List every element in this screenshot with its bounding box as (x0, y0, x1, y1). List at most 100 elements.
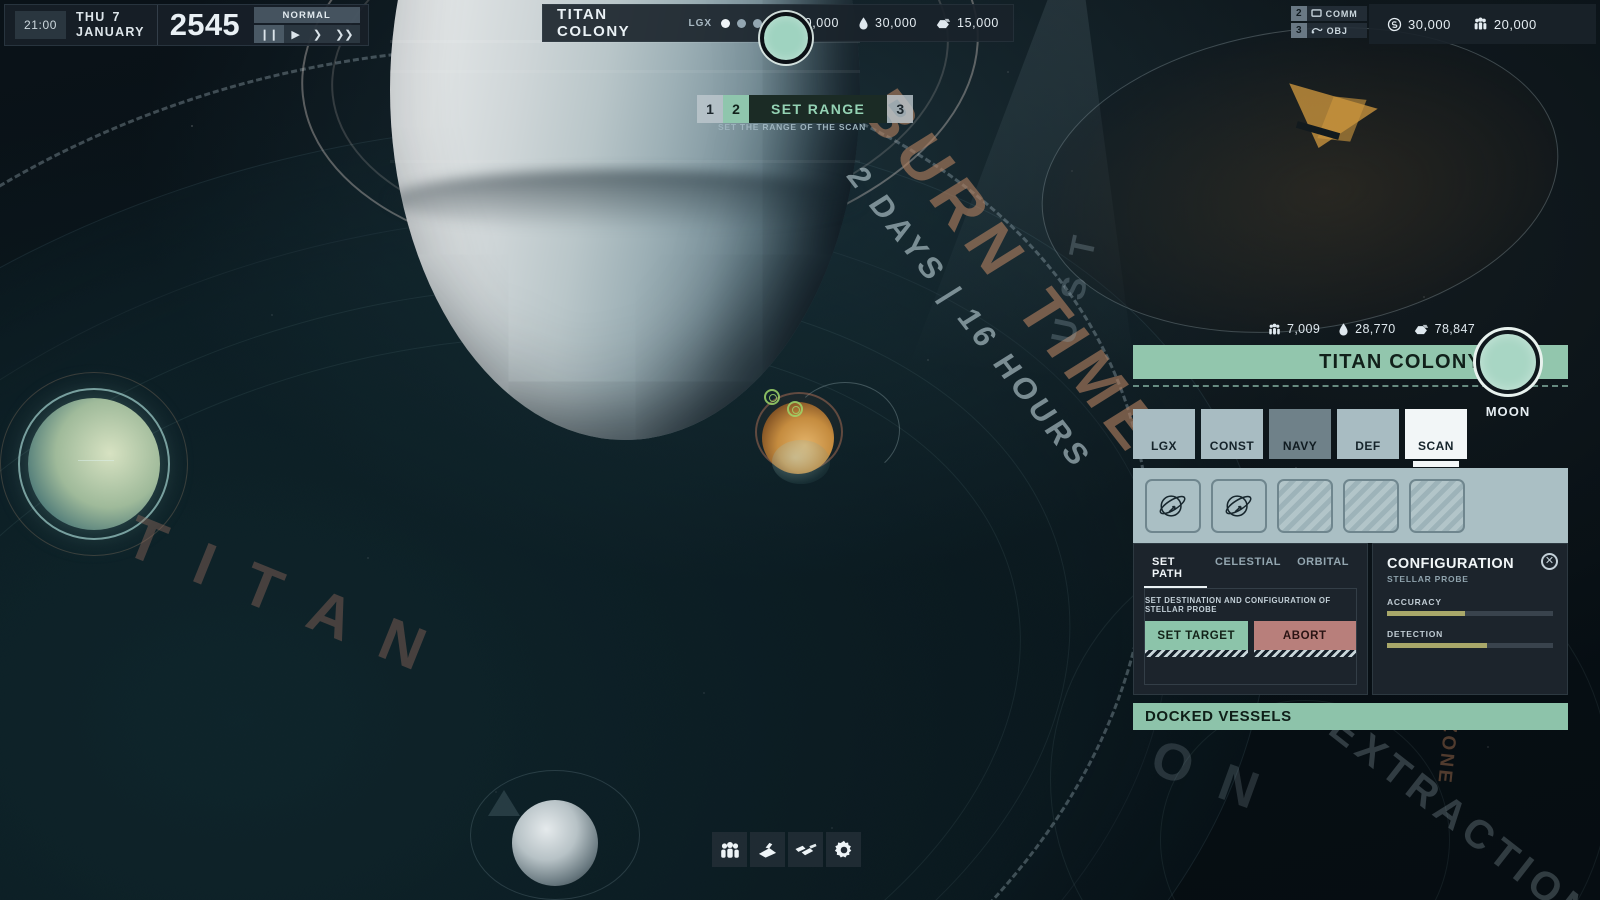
panel-ore: 78,847 (1414, 322, 1475, 336)
left-moon (28, 398, 160, 530)
pause-button[interactable]: ❙❙ (254, 25, 284, 43)
fleet-button[interactable] (788, 832, 823, 867)
panel-water: 28,770 (1338, 322, 1395, 336)
configuration-title: CONFIGURATION (1387, 556, 1553, 572)
panel-population-value: 7,009 (1287, 322, 1320, 336)
objectives-badge-count: 3 (1291, 23, 1307, 38)
set-target-button[interactable]: SET TARGET (1145, 621, 1248, 650)
ore-icon (1414, 323, 1429, 336)
tab-navy[interactable]: NAVY (1269, 409, 1331, 459)
comm-icon (1307, 9, 1326, 18)
comm-badge-label: COMM (1326, 9, 1367, 19)
ships-icon (795, 841, 817, 859)
bottom-orbit-marker (488, 790, 520, 816)
mining-icon (757, 841, 778, 859)
wizard-subtitle: SET THE RANGE OF THE SCAN (697, 122, 887, 132)
industry-button[interactable] (750, 832, 785, 867)
probe-slot-5[interactable] (1409, 479, 1465, 533)
wizard-step-3[interactable]: 3 (887, 95, 913, 123)
colony-body-type-label: MOON (1461, 404, 1555, 419)
water-icon (1338, 323, 1349, 336)
action-description: SET DESTINATION AND CONFIGURATION OF STE… (1134, 588, 1367, 621)
probe-icon (1157, 491, 1189, 521)
colony-body-orb[interactable] (760, 12, 812, 64)
probe-slot-4[interactable] (1343, 479, 1399, 533)
probe-icon (1223, 491, 1255, 521)
bottom-toolbar (712, 832, 861, 867)
tab-set-path[interactable]: SET PATH (1144, 552, 1207, 588)
wizard-step-1[interactable]: 1 (697, 95, 723, 123)
notification-badges: 2 COMM 3 OBJ (1291, 6, 1367, 38)
tab-const[interactable]: CONST (1201, 409, 1263, 459)
population-button[interactable] (712, 832, 747, 867)
close-icon[interactable]: ✕ (1541, 553, 1558, 570)
credits-icon (1387, 17, 1402, 32)
settings-button[interactable] (826, 832, 861, 867)
target-planet-moonlet (772, 440, 830, 484)
configuration-subtitle: STELLAR PROBE (1387, 574, 1553, 584)
colony-ore-value: 15,000 (957, 16, 999, 30)
department-tabs: LGX CONST NAVY DEF SCAN (1133, 409, 1467, 459)
left-moon-crosshair (78, 460, 114, 461)
tier-dot-2 (737, 19, 746, 28)
set-range-button[interactable]: SET RANGE (749, 95, 887, 123)
ore-icon (936, 17, 951, 30)
colony-panel-resources: 7,009 28,770 78,847 (1268, 322, 1475, 336)
accuracy-slider-fill (1387, 611, 1465, 616)
colony-water: 30,000 (858, 16, 917, 30)
people-icon (720, 841, 740, 859)
tab-orbital[interactable]: ORBITAL (1289, 552, 1357, 588)
tab-celestial[interactable]: CELESTIAL (1207, 552, 1289, 588)
wizard-step-2[interactable]: 2 (723, 95, 749, 123)
day-number: 7 (112, 10, 120, 25)
gear-icon (834, 840, 854, 860)
tier-dot-1 (721, 19, 730, 28)
population-icon (1268, 323, 1281, 336)
month-label: JANUARY (76, 25, 145, 40)
colony-resource-list: 20,000 30,000 15,000 (778, 16, 999, 30)
fastest-forward-button[interactable]: ❯❯ (329, 25, 359, 43)
speed-controls: NORMAL ❙❙ ▶ ❯ ❯❯ (252, 5, 362, 45)
gas-giant-shadow (390, 170, 860, 230)
bottom-moon (512, 800, 598, 886)
colony-body-badge[interactable] (1476, 330, 1540, 394)
global-resource-bar: 30,000 20,000 (1369, 4, 1596, 44)
detection-slider-fill (1387, 643, 1487, 648)
probe-slot-2[interactable] (1211, 479, 1267, 533)
objectives-badge[interactable]: 3 OBJ (1291, 23, 1367, 38)
tab-def[interactable]: DEF (1337, 409, 1399, 459)
detection-slider[interactable] (1387, 643, 1553, 648)
obj-icon (1307, 26, 1327, 35)
speed-button-row: ❙❙ ▶ ❯ ❯❯ (254, 25, 360, 43)
global-credits: 30,000 (1387, 17, 1451, 32)
docked-vessels-header[interactable]: DOCKED VESSELS (1133, 703, 1568, 730)
accuracy-label: ACCURACY (1387, 597, 1553, 607)
play-button[interactable]: ▶ (285, 25, 305, 43)
panel-water-value: 28,770 (1355, 322, 1395, 336)
scan-ping-marker-2[interactable] (787, 401, 803, 417)
comm-badge[interactable]: 2 COMM (1291, 6, 1367, 21)
scan-range-wizard: 1 2 SET RANGE 3 (697, 95, 913, 123)
tab-lgx[interactable]: LGX (1133, 409, 1195, 459)
tab-scan[interactable]: SCAN (1405, 409, 1467, 459)
time-control-bar[interactable]: 21:00 THU 7 JANUARY 2545 NORMAL ❙❙ ▶ ❯ ❯… (4, 4, 369, 46)
date-display: THU 7 JANUARY (76, 5, 158, 45)
probe-slot-1[interactable] (1145, 479, 1201, 533)
abort-button[interactable]: ABORT (1254, 621, 1357, 650)
configuration-panel: ✕ CONFIGURATION STELLAR PROBE ACCURACY D… (1372, 543, 1568, 695)
water-icon (858, 17, 869, 30)
probe-slot-rail (1133, 468, 1568, 543)
objectives-badge-label: OBJ (1327, 26, 1357, 36)
accuracy-slider[interactable] (1387, 611, 1553, 616)
panel-population: 7,009 (1268, 322, 1320, 336)
global-population-value: 20,000 (1494, 17, 1537, 32)
action-button-row: SET TARGET ABORT (1134, 621, 1367, 650)
action-tab-row: SET PATH CELESTIAL ORBITAL (1134, 544, 1367, 588)
fast-forward-button[interactable]: ❯ (307, 25, 328, 43)
clock-display: 21:00 (15, 11, 66, 39)
probe-slot-3[interactable] (1277, 479, 1333, 533)
probe-action-panel: SET PATH CELESTIAL ORBITAL SET DESTINATI… (1133, 543, 1368, 695)
scan-ping-marker-1[interactable] (764, 389, 780, 405)
panel-ore-value: 78,847 (1435, 322, 1475, 336)
speed-label: NORMAL (254, 7, 360, 23)
